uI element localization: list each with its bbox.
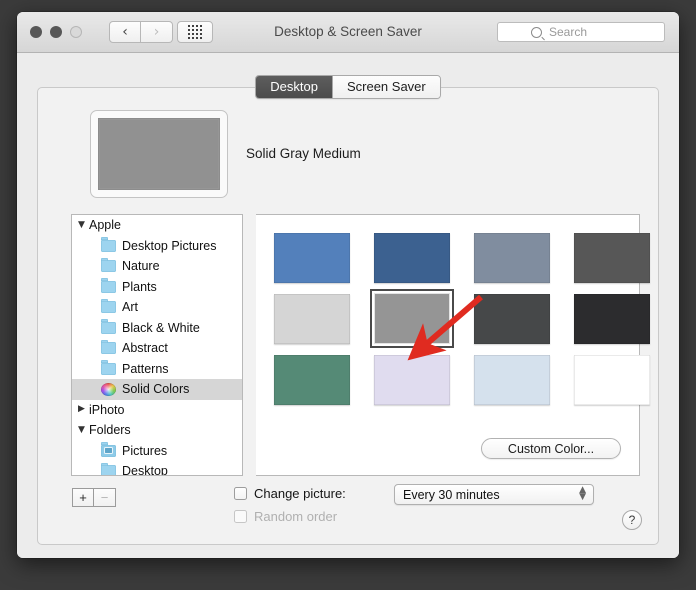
wallpaper-browser: Custom Color... [256, 214, 650, 476]
swatch-color [274, 232, 350, 283]
sidebar-item-iphoto[interactable]: ▶ iPhoto [72, 400, 242, 421]
sidebar-item-black-white[interactable]: Black & White [72, 318, 242, 339]
color-swatch-grid [270, 228, 654, 409]
search-input[interactable] [547, 24, 631, 40]
swatch-color [474, 354, 550, 405]
sidebar-item-label: Folders [89, 423, 131, 437]
add-remove-folder-buttons: + − [72, 488, 116, 507]
search-icon [531, 26, 542, 38]
swatch-color [474, 232, 550, 283]
preferences-body: Desktop Screen Saver Solid Gray Medium ▼… [17, 53, 679, 558]
sidebar-item-patterns[interactable]: Patterns [72, 359, 242, 380]
system-preferences-window: ‹ › Desktop & Screen Saver Desktop S [17, 12, 679, 558]
sidebar-item-folders[interactable]: ▼ Folders [72, 420, 242, 441]
color-swatch-solid-gray-medium[interactable] [370, 289, 454, 348]
random-order-checkbox[interactable] [234, 510, 247, 523]
color-swatch-solid-lavender[interactable] [370, 350, 454, 409]
folder-icon [101, 278, 116, 293]
disclosure-open-icon[interactable]: ▼ [78, 425, 89, 435]
swatch-color [374, 293, 450, 344]
sidebar-item-abstract[interactable]: Abstract [72, 338, 242, 359]
sidebar-item-desktop-pictures[interactable]: Desktop Pictures [72, 236, 242, 257]
color-swatch-solid-white[interactable] [570, 350, 654, 409]
sidebar-item-label: Black & White [122, 320, 200, 335]
swatch-color [374, 354, 450, 405]
segmented-control: Desktop Screen Saver [255, 75, 441, 99]
chevron-updown-icon: ▲ ▼ [579, 485, 586, 502]
sidebar-item-solid-colors[interactable]: Solid Colors [72, 379, 242, 400]
color-swatch-solid-pale-blue[interactable] [470, 350, 554, 409]
sidebar-item-label: Abstract [122, 341, 168, 355]
remove-folder-button[interactable]: − [94, 488, 116, 507]
random-order-row: Random order [234, 509, 337, 524]
change-interval-value: Every 30 minutes [403, 487, 500, 502]
change-interval-popup[interactable]: Every 30 minutes ▲ ▼ [394, 484, 594, 505]
change-picture-checkbox[interactable] [234, 487, 247, 500]
sidebar-item-apple[interactable]: ▼ Apple [72, 215, 242, 236]
sidebar-item-label: Solid Colors [122, 382, 190, 396]
tab-desktop[interactable]: Desktop [256, 76, 332, 98]
disclosure-open-icon[interactable]: ▼ [78, 220, 89, 230]
color-swatch-solid-gray-blue[interactable] [470, 228, 554, 287]
sidebar-item-label: Desktop Pictures [122, 238, 217, 253]
color-swatch-solid-green[interactable] [270, 350, 354, 409]
swatch-color [274, 293, 350, 344]
folder-icon [101, 462, 116, 475]
disclosure-closed-icon[interactable]: ▶ [78, 405, 89, 414]
folder-icon [101, 319, 116, 334]
swatch-color [574, 354, 650, 405]
folder-icon [101, 237, 116, 252]
swatch-color [574, 293, 650, 344]
sidebar-item-label: Plants [122, 279, 157, 294]
sidebar-item-label: Nature [122, 259, 160, 273]
sidebar-item-desktop[interactable]: Desktop [72, 461, 242, 476]
color-swatch-solid-gray-charcoal[interactable] [470, 289, 554, 348]
desktop-preview-thumbnail [90, 110, 228, 198]
sidebar-item-plants[interactable]: Plants [72, 277, 242, 298]
source-list[interactable]: ▼ Apple Desktop Pictures Nature Plants Art Bla… [71, 214, 243, 476]
color-swatch-solid-gray-dark[interactable] [570, 228, 654, 287]
sidebar-item-label: Patterns [122, 361, 169, 376]
sidebar-item-art[interactable]: Art [72, 297, 242, 318]
swatch-color [274, 354, 350, 405]
change-picture-row: Change picture: [234, 486, 346, 501]
sidebar-item-label: Pictures [122, 443, 168, 458]
current-wallpaper-name: Solid Gray Medium [246, 146, 361, 161]
sidebar-item-label: Apple [89, 218, 121, 232]
color-swatch-solid-gray-light[interactable] [270, 289, 354, 348]
sidebar-item-nature[interactable]: Nature [72, 256, 242, 277]
window-titlebar: ‹ › Desktop & Screen Saver [17, 12, 679, 53]
search-field[interactable] [497, 22, 665, 42]
color-swatch-solid-black[interactable] [570, 289, 654, 348]
swatch-color [474, 293, 550, 344]
sidebar-item-label: Art [122, 300, 138, 314]
swatch-color [574, 232, 650, 283]
add-folder-button[interactable]: + [72, 488, 94, 507]
color-swatch-solid-dark-blue[interactable] [370, 228, 454, 287]
folder-icon [101, 298, 116, 314]
tab-bar: Desktop Screen Saver [17, 75, 679, 99]
sidebar-item-label: Desktop [122, 464, 168, 476]
desktop-pane: Solid Gray Medium ▼ Apple Desktop Pictures… [37, 87, 659, 545]
tab-screen-saver[interactable]: Screen Saver [331, 76, 440, 98]
color-swatch-solid-aqua-blue[interactable] [270, 228, 354, 287]
help-button[interactable]: ? [622, 510, 642, 530]
pictures-folder-icon [101, 442, 116, 457]
folder-icon [101, 339, 116, 355]
folder-icon [101, 360, 116, 375]
preview-image [98, 118, 220, 190]
change-picture-label: Change picture: [254, 486, 346, 501]
random-order-label: Random order [254, 509, 338, 524]
custom-color-button[interactable]: Custom Color... [481, 438, 621, 459]
sidebar-item-pictures[interactable]: Pictures [72, 441, 242, 462]
color-wheel-icon [101, 382, 116, 396]
swatch-color [374, 232, 450, 283]
sidebar-item-label: iPhoto [89, 402, 125, 417]
folder-icon [101, 257, 116, 273]
